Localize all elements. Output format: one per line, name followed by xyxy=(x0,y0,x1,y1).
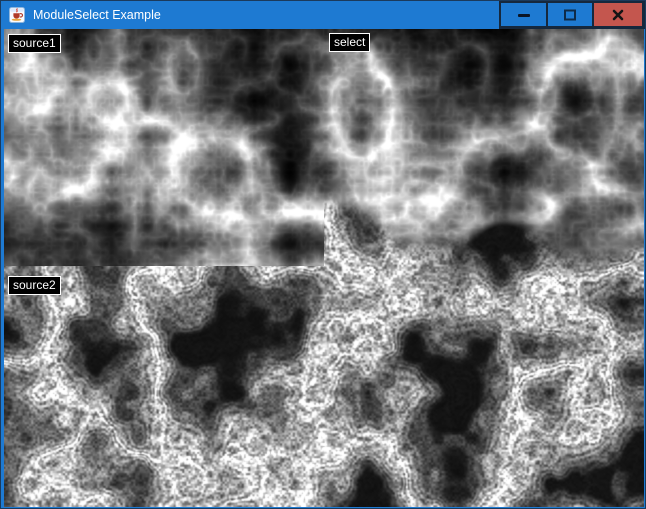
maximize-button[interactable] xyxy=(548,3,592,26)
close-button[interactable] xyxy=(594,3,642,26)
minimize-button[interactable] xyxy=(501,3,546,26)
render-area: source1 select source2 xyxy=(4,29,644,507)
window-title: ModuleSelect Example xyxy=(33,1,161,29)
minimize-icon xyxy=(516,7,532,23)
source2-image xyxy=(4,266,644,507)
app-window: ModuleSelect Example source1 xyxy=(0,0,646,509)
window-controls xyxy=(499,1,645,29)
source1-image xyxy=(4,29,324,266)
source2-label: source2 xyxy=(8,276,61,295)
maximize-icon xyxy=(562,7,578,23)
java-coffee-cup-icon xyxy=(9,7,25,23)
close-icon xyxy=(610,7,626,23)
select-label: select xyxy=(329,33,370,52)
titlebar[interactable]: ModuleSelect Example xyxy=(1,1,645,29)
source1-label: source1 xyxy=(8,34,61,53)
